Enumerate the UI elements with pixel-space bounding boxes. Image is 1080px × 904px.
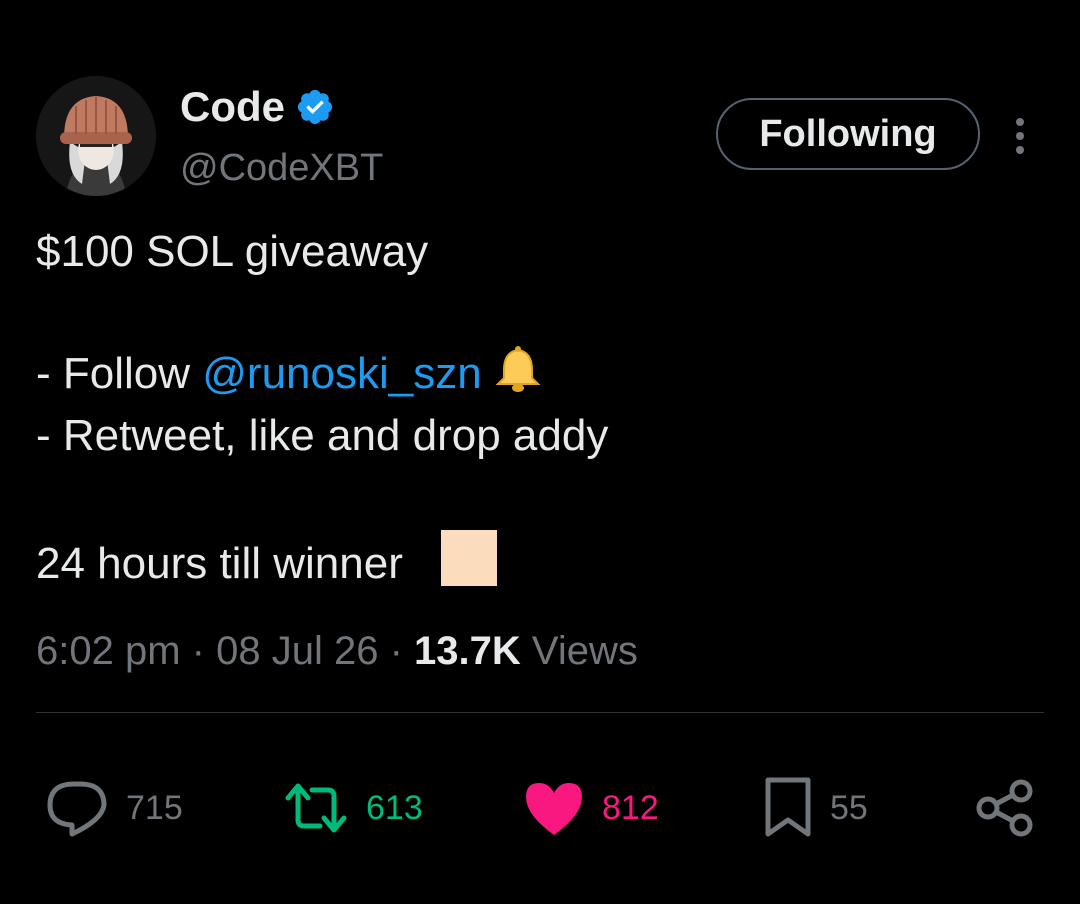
tweet-text-prefix: - Follow xyxy=(36,349,203,398)
author-name[interactable]: Code xyxy=(180,84,285,130)
avatar-image xyxy=(36,76,156,196)
reply-icon xyxy=(47,781,107,837)
retweet-button[interactable]: 613 xyxy=(282,776,423,840)
share-button[interactable] xyxy=(974,776,1036,840)
meta-separator: · xyxy=(191,629,205,673)
tweet-text-line: - Follow @runoski_szn xyxy=(36,344,544,400)
bookmark-count: 55 xyxy=(830,788,868,827)
more-dot xyxy=(1016,118,1024,126)
tweet-date[interactable]: 08 Jul 26 xyxy=(216,629,378,673)
verified-badge-icon xyxy=(295,87,335,127)
divider xyxy=(36,712,1044,713)
tweet-detail: Code @CodeXBT Following $100 SOL giveawa… xyxy=(0,0,1080,904)
like-button[interactable]: 812 xyxy=(522,776,659,840)
meta-separator: · xyxy=(389,629,403,673)
more-dot xyxy=(1016,132,1024,140)
bell-icon xyxy=(492,344,544,396)
square-emoji-icon xyxy=(440,530,497,586)
more-dot xyxy=(1016,146,1024,154)
share-icon xyxy=(976,779,1033,837)
heart-icon xyxy=(526,783,582,835)
bookmark-button[interactable]: 55 xyxy=(762,776,868,840)
tweet-text-line: $100 SOL giveaway xyxy=(36,227,429,276)
bookmark-icon xyxy=(765,777,811,837)
like-count: 812 xyxy=(602,788,659,827)
views-label: Views xyxy=(531,629,638,673)
views-count: 13.7K xyxy=(414,629,521,673)
author-handle[interactable]: @CodeXBT xyxy=(180,146,383,190)
following-button[interactable]: Following xyxy=(716,98,980,170)
tweet-meta: 6:02 pm · 08 Jul 26 · 13.7K Views xyxy=(36,626,638,676)
retweet-count: 613 xyxy=(366,788,423,827)
retweet-icon xyxy=(285,783,347,833)
mention-link[interactable]: @runoski_szn xyxy=(202,349,481,398)
tweet-time[interactable]: 6:02 pm xyxy=(36,629,181,673)
reply-count: 715 xyxy=(126,788,183,827)
avatar[interactable] xyxy=(36,76,156,196)
tweet-text-winner: 24 hours till winner xyxy=(36,539,403,588)
more-vertical-icon[interactable] xyxy=(1004,110,1036,162)
author-name-row: Code xyxy=(180,84,335,130)
reply-button[interactable]: 715 xyxy=(44,776,183,840)
tweet-text-line: 24 hours till winner xyxy=(36,530,497,590)
tweet-text-line: - Retweet, like and drop addy xyxy=(36,411,609,460)
